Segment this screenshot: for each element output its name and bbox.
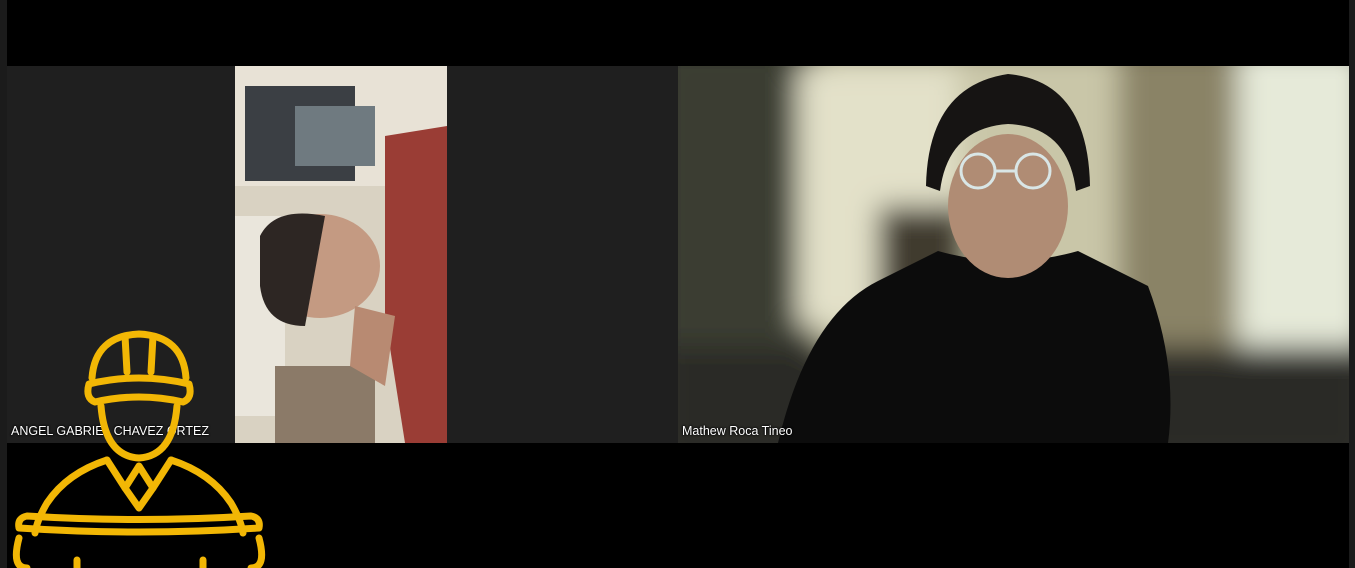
- window-edge-right: [1349, 0, 1355, 568]
- participant-video-mathew: [678, 66, 1349, 443]
- construction-worker-icon: [7, 328, 271, 568]
- video-call-screen: ANGEL GABRIEL CHAVEZ ORTEZ Mathew Roca T…: [0, 0, 1355, 568]
- participant-tile-mathew[interactable]: Mathew Roca Tineo: [678, 66, 1349, 443]
- participant-name-label: Mathew Roca Tineo: [682, 424, 793, 438]
- window-edge-left: [0, 0, 7, 568]
